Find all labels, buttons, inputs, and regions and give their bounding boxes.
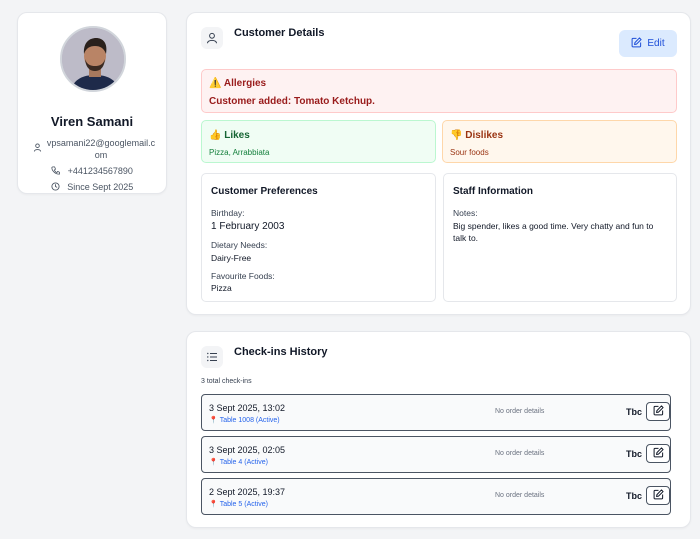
checkin-date: 3 Sept 2025, 13:02 [209, 403, 286, 413]
customer-details-title: Customer Details [234, 27, 325, 39]
checkin-status: Tbc [626, 491, 643, 501]
likes-title: Likes [224, 130, 250, 141]
allergies-text: Customer added: Tomato Ketchup. [209, 96, 375, 107]
dislikes-text: Sour foods [450, 148, 489, 157]
customer-details-card: Customer Details Edit ⚠️ Allergies Custo… [186, 12, 691, 315]
checkin-table-label: Table 5 (Active) [219, 501, 268, 508]
profile-email-row: vpsamani22@googlemail.com [18, 137, 166, 161]
warning-icon: ⚠️ [209, 78, 222, 89]
allergies-heading: ⚠️ Allergies [209, 78, 266, 89]
map-pin-icon: 📍 [209, 417, 218, 424]
likes-box: 👍 Likes Pizza, Arrabbiata [201, 120, 436, 163]
clock-icon [51, 182, 60, 194]
profile-phone-row: +441234567890 [18, 165, 166, 178]
map-pin-icon: 📍 [209, 459, 218, 466]
checkin-order-details: No order details [495, 408, 545, 415]
checkin-table[interactable]: 📍 Table 4 (Active) [209, 458, 268, 466]
checkin-edit-button[interactable] [646, 486, 670, 505]
favourite-foods-label: Favourite Foods: [211, 271, 275, 281]
checkin-status: Tbc [626, 449, 643, 459]
map-pin-icon: 📍 [209, 501, 218, 508]
edit-icon [653, 487, 664, 505]
birthday-label: Birthday: [211, 208, 245, 218]
dislikes-box: 👎 Dislikes Sour foods [442, 120, 677, 163]
checkins-title: Check-ins History [234, 346, 328, 358]
avatar-image [62, 28, 124, 90]
edit-icon [631, 36, 642, 51]
checkin-row: 2 Sept 2025, 19:37 📍 Table 5 (Active) No … [201, 478, 671, 515]
thumbs-up-icon: 👍 [209, 130, 222, 141]
list-icon [201, 346, 223, 368]
user-icon [33, 143, 42, 155]
checkin-status: Tbc [626, 407, 643, 417]
likes-heading: 👍 Likes [209, 130, 250, 141]
birthday-value: 1 February 2003 [211, 221, 285, 232]
dietary-value: Dairy-Free [211, 253, 252, 263]
checkin-table-label: Table 1008 (Active) [219, 417, 280, 424]
checkins-total: 3 total check-ins [201, 378, 252, 385]
edit-icon [653, 445, 664, 463]
checkin-edit-button[interactable] [646, 402, 670, 421]
edit-button-label: Edit [647, 38, 665, 49]
allergies-title: Allergies [223, 78, 267, 89]
profile-since-row: Since Sept 2025 [18, 181, 166, 194]
dislikes-title: Dislikes [465, 130, 504, 141]
thumbs-down-icon: 👎 [450, 130, 463, 141]
profile-since: Since Sept 2025 [67, 182, 134, 192]
likes-text: Pizza, Arrabbiata [209, 148, 270, 157]
profile-name: Viren Samani [50, 114, 134, 129]
checkin-edit-button[interactable] [646, 444, 670, 463]
dislikes-heading: 👎 Dislikes [450, 130, 503, 141]
preferences-title: Customer Preferences [211, 186, 318, 197]
profile-email[interactable]: vpsamani22@googlemail.com [47, 138, 155, 160]
phone-icon [51, 166, 61, 178]
checkin-row: 3 Sept 2025, 13:02 📍 Table 1008 (Active) … [201, 394, 671, 431]
checkin-date: 3 Sept 2025, 02:05 [209, 445, 286, 455]
checkin-table[interactable]: 📍 Table 1008 (Active) [209, 416, 280, 424]
checkin-date: 2 Sept 2025, 19:37 [209, 487, 286, 497]
customer-preferences-card: Customer Preferences Birthday: 1 Februar… [201, 173, 436, 302]
notes-label: Notes: [453, 208, 478, 218]
edit-button[interactable]: Edit [619, 30, 677, 57]
checkins-history-card: Check-ins History 3 total check-ins 3 Se… [186, 331, 691, 528]
notes-text: Big spender, likes a good time. Very cha… [453, 221, 654, 243]
favourite-foods-value: Pizza [211, 283, 232, 293]
dietary-label: Dietary Needs: [211, 240, 268, 250]
staff-info-title: Staff Information [453, 186, 533, 197]
staff-information-card: Staff Information Notes: Big spender, li… [443, 173, 677, 302]
checkin-order-details: No order details [495, 492, 545, 499]
checkin-table[interactable]: 📍 Table 5 (Active) [209, 500, 268, 508]
edit-icon [653, 403, 664, 421]
avatar [60, 26, 126, 92]
profile-phone[interactable]: +441234567890 [68, 166, 133, 176]
allergies-alert: ⚠️ Allergies Customer added: Tomato Ketc… [201, 69, 677, 113]
user-icon [201, 27, 223, 49]
checkin-table-label: Table 4 (Active) [219, 459, 268, 466]
checkin-order-details: No order details [495, 450, 545, 457]
checkin-row: 3 Sept 2025, 02:05 📍 Table 4 (Active) No … [201, 436, 671, 473]
profile-card: Viren Samani vpsamani22@googlemail.com +… [17, 12, 167, 194]
